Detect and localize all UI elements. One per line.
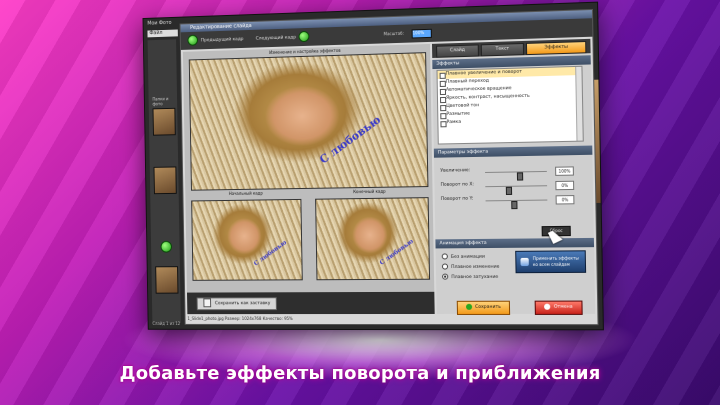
radio-label: Плавное затухание bbox=[451, 274, 499, 281]
slides-icon bbox=[520, 257, 529, 267]
edit-slide-dialog: Редактирование слайда Предыдущий кадр Сл… bbox=[179, 8, 599, 326]
param-rotate-y: Поворот по Y: 0% bbox=[440, 195, 585, 210]
photo-thumbnail[interactable] bbox=[155, 266, 179, 294]
cancel-label: Отмена bbox=[553, 304, 573, 310]
add-icon[interactable] bbox=[160, 240, 173, 253]
left-panel: Папки и фото bbox=[147, 39, 181, 323]
end-frame-label: Конечный кадр bbox=[353, 188, 386, 195]
effects-list: Плавное увеличение и поворот Плавный пер… bbox=[436, 65, 584, 145]
zoom-slider[interactable] bbox=[485, 170, 547, 181]
prev-frame-label: Предыдущий кадр bbox=[200, 37, 244, 44]
radio-label: Без анимации bbox=[450, 254, 485, 260]
radio-button[interactable] bbox=[441, 253, 448, 260]
effects-scrollbar[interactable] bbox=[575, 66, 583, 141]
rotate-x-slider[interactable] bbox=[485, 185, 548, 196]
save-frame-button[interactable]: Сохранить как заставку bbox=[196, 297, 278, 311]
watermark-text: С любовью bbox=[378, 237, 415, 267]
param-value[interactable]: 0% bbox=[555, 195, 575, 205]
tab-slide[interactable]: Слайд bbox=[436, 44, 479, 58]
next-frame-label: Следующий кадр bbox=[255, 35, 297, 42]
save-frame-label: Сохранить как заставку bbox=[214, 301, 271, 307]
apply-to-all-label: Применить эффекты ко всем слайдам bbox=[532, 255, 579, 268]
tab-text[interactable]: Текст bbox=[480, 42, 525, 57]
watermark-text: С любовью bbox=[252, 239, 288, 268]
params-section-header: Параметры эффекта bbox=[433, 145, 593, 158]
prev-frame-button[interactable]: Предыдущий кадр bbox=[185, 33, 244, 47]
apply-to-all-button[interactable]: Применить эффекты ко всем слайдам bbox=[515, 250, 587, 274]
slider-knob[interactable] bbox=[511, 200, 518, 210]
dialog-buttons: Сохранить Отмена bbox=[436, 300, 595, 315]
watermark-text: С любовью bbox=[317, 113, 384, 167]
param-rotate-x: Поворот по X: 0% bbox=[440, 180, 584, 196]
preview-pane: Изменение и настройка эффектов С любовью… bbox=[182, 43, 435, 315]
param-value[interactable]: 0% bbox=[555, 180, 575, 191]
radio-option[interactable]: Без анимации bbox=[441, 253, 485, 260]
main-window: Мои Фото Файл Папки и фото Слайд 1 из 12… bbox=[142, 1, 604, 331]
page-icon bbox=[203, 298, 212, 308]
radio-option[interactable]: Плавное затухание bbox=[442, 273, 498, 280]
close-icon bbox=[544, 303, 551, 310]
main-window-title: Мои Фото bbox=[147, 19, 172, 27]
param-label: Увеличение: bbox=[440, 168, 471, 174]
save-button[interactable]: Сохранить bbox=[456, 300, 511, 315]
video-caption: Добавьте эффекты поворота и приближения bbox=[119, 363, 601, 384]
zoom-label: Масштаб: bbox=[383, 30, 405, 37]
radio-option[interactable]: Плавное изменение bbox=[441, 263, 500, 271]
slider-knob[interactable] bbox=[516, 172, 523, 181]
preview-bottom-bar: Сохранить как заставку bbox=[187, 291, 435, 315]
param-zoom: Увеличение: 100% bbox=[440, 166, 584, 181]
animation-section-header: Анимация эффекта bbox=[435, 237, 595, 249]
radio-button[interactable] bbox=[442, 273, 449, 280]
save-label: Сохранить bbox=[474, 304, 501, 310]
radio-button[interactable] bbox=[441, 263, 449, 270]
main-preview-photo[interactable]: С любовью bbox=[188, 52, 429, 191]
start-frame-label: Начальный кадр bbox=[228, 190, 263, 197]
cancel-button[interactable]: Отмена bbox=[534, 300, 583, 315]
settings-pane: Слайд Текст Эффекты Эффекты Плавное увел… bbox=[431, 38, 596, 315]
rotate-y-slider[interactable] bbox=[485, 199, 548, 210]
dialog-status-bar: 1_Slide1_photo.jpg Размер: 1024x768 Каче… bbox=[187, 316, 293, 322]
param-label: Поворот по Y: bbox=[440, 196, 474, 202]
end-frame-photo[interactable]: С любовью bbox=[315, 197, 431, 281]
slider-knob[interactable] bbox=[505, 186, 512, 196]
check-icon bbox=[465, 303, 472, 310]
arrow-right-icon bbox=[298, 30, 310, 43]
param-label: Поворот по X: bbox=[440, 182, 475, 188]
arrow-left-icon bbox=[187, 34, 199, 46]
photo-thumbnail[interactable] bbox=[153, 166, 177, 195]
application-screenshot: Мои Фото Файл Папки и фото Слайд 1 из 12… bbox=[142, 1, 604, 331]
next-frame-button[interactable]: Следующий кадр bbox=[255, 30, 313, 45]
menu-file[interactable]: Файл bbox=[147, 29, 178, 38]
radio-label: Плавное изменение bbox=[451, 264, 500, 271]
photo-thumbnail[interactable] bbox=[152, 107, 176, 136]
main-status: Слайд 1 из 12 bbox=[152, 320, 181, 326]
start-frame-photo[interactable]: С любовью bbox=[191, 198, 303, 281]
param-value[interactable]: 100% bbox=[555, 166, 574, 176]
left-panel-label: Папки и фото bbox=[152, 96, 169, 107]
tab-effects[interactable]: Эффекты bbox=[525, 41, 587, 56]
zoom-input[interactable]: 100% bbox=[411, 28, 432, 39]
